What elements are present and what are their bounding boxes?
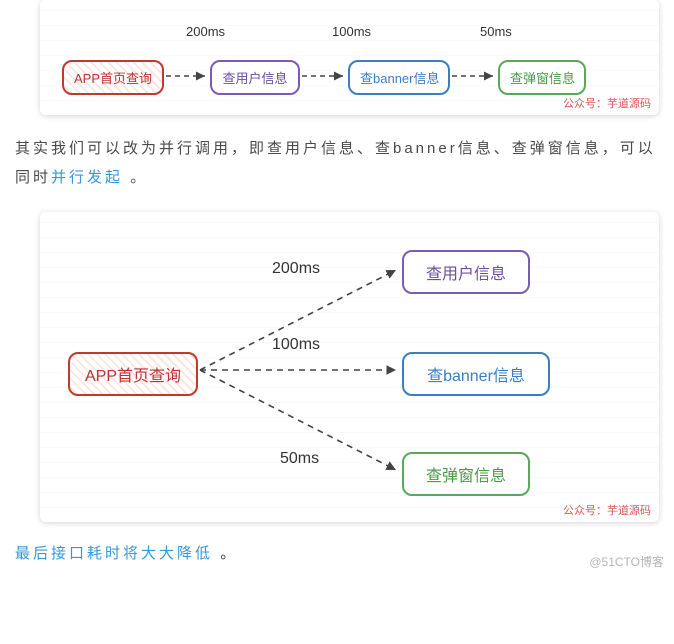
parallel-app-home-query: APP首页查询 bbox=[68, 352, 198, 396]
edge-label-200ms: 200ms bbox=[272, 260, 320, 278]
parallel-query-user-info: 查用户信息 bbox=[402, 250, 530, 294]
body-paragraph: 其实我们可以改为并行调用，即查用户信息、查banner信息、查弹窗信息，可以同时… bbox=[15, 135, 659, 192]
serial-app-home-query: APP首页查询 bbox=[62, 60, 164, 95]
serial-diagram: APP首页查询 查用户信息 查banner信息 查弹窗信息 200ms 100m… bbox=[40, 0, 659, 115]
serial-query-popup-info: 查弹窗信息 bbox=[498, 60, 586, 95]
bottom-tail: 。 bbox=[220, 545, 238, 562]
serial-query-banner-info: 查banner信息 bbox=[348, 60, 450, 95]
node-label: 查用户信息 bbox=[426, 266, 506, 283]
watermark: 公众号：芋道源码 bbox=[563, 502, 651, 518]
node-label: 查弹窗信息 bbox=[426, 468, 506, 485]
parallel-query-banner-info: 查banner信息 bbox=[402, 352, 550, 396]
parallel-query-popup-info: 查弹窗信息 bbox=[402, 452, 530, 496]
parallel-diagram: APP首页查询 查用户信息 查banner信息 查弹窗信息 200ms 100m… bbox=[40, 212, 659, 522]
node-label: APP首页查询 bbox=[74, 71, 152, 86]
edge-label-100ms: 100ms bbox=[332, 24, 371, 39]
brand-watermark: @51CTO博客 bbox=[589, 553, 664, 570]
node-label: 查banner信息 bbox=[427, 368, 525, 385]
node-label: 查banner信息 bbox=[360, 71, 439, 86]
edge-label-100ms: 100ms bbox=[272, 336, 320, 354]
node-label: 查用户信息 bbox=[222, 71, 287, 86]
body-text-highlight: 并行发起 bbox=[51, 169, 123, 186]
node-label: APP首页查询 bbox=[85, 368, 181, 385]
serial-query-user-info: 查用户信息 bbox=[210, 60, 300, 95]
body-text-b: 。 bbox=[130, 169, 148, 186]
bottom-highlight: 最后接口耗时将大大降低 bbox=[15, 545, 213, 562]
edge-label-50ms: 50ms bbox=[480, 24, 512, 39]
node-label: 查弹窗信息 bbox=[510, 71, 575, 86]
bottom-paragraph: 最后接口耗时将大大降低 。 bbox=[15, 542, 659, 563]
edge-label-200ms: 200ms bbox=[186, 24, 225, 39]
edge-label-50ms: 50ms bbox=[280, 450, 319, 468]
watermark: 公众号：芋道源码 bbox=[563, 95, 651, 111]
